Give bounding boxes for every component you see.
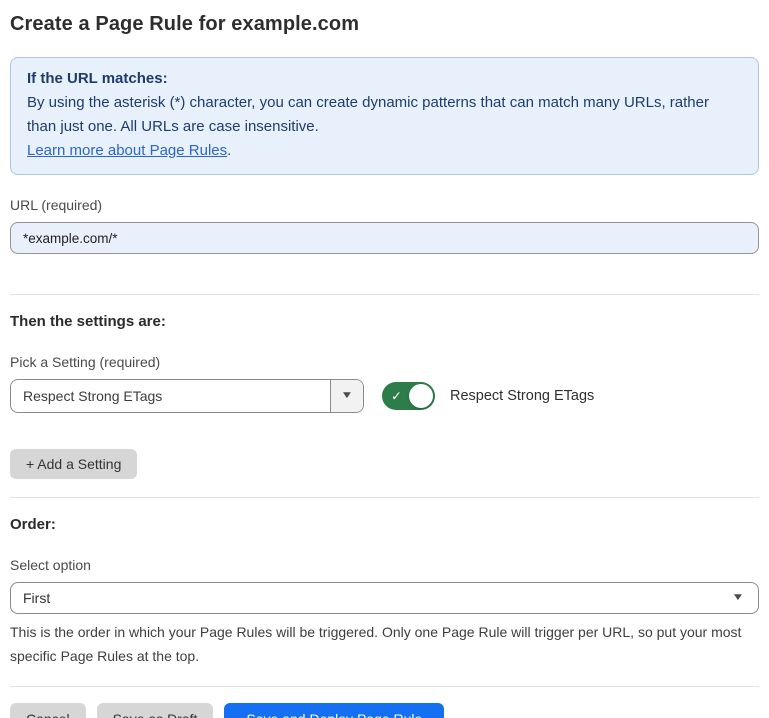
setting-select-value: Respect Strong ETags <box>11 380 330 412</box>
footer-buttons: Cancel Save as Draft Save and Deploy Pag… <box>10 703 759 718</box>
toggle-knob <box>409 384 433 408</box>
learn-more-link[interactable]: Learn more about Page Rules <box>27 142 227 159</box>
order-select[interactable]: First ▼ <box>10 582 759 614</box>
info-box-heading: If the URL matches: <box>27 67 742 91</box>
check-icon: ✓ <box>391 390 402 403</box>
link-suffix: . <box>227 142 231 159</box>
setting-picker-label: Pick a Setting (required) <box>10 353 759 371</box>
settings-section-heading: Then the settings are: <box>10 312 759 332</box>
setting-toggle[interactable]: ✓ <box>382 382 435 410</box>
order-select-label: Select option <box>10 556 759 574</box>
setting-toggle-label: Respect Strong ETags <box>450 388 594 404</box>
url-input[interactable] <box>10 222 759 254</box>
setting-select-arrow-button[interactable]: ▼ <box>330 380 363 412</box>
save-deploy-button[interactable]: Save and Deploy Page Rule <box>224 703 444 718</box>
url-match-info-box: If the URL matches: By using the asteris… <box>10 57 759 175</box>
cancel-button[interactable]: Cancel <box>10 703 86 718</box>
chevron-down-icon: ▼ <box>731 593 744 603</box>
url-field-label: URL (required) <box>10 196 759 214</box>
chevron-down-icon: ▼ <box>340 391 353 401</box>
setting-select[interactable]: Respect Strong ETags ▼ <box>10 379 364 413</box>
add-setting-button[interactable]: + Add a Setting <box>10 449 137 479</box>
divider-settings-order <box>10 497 759 498</box>
divider-url-settings <box>10 294 759 295</box>
create-page-rule-form: Create a Page Rule for example.com If th… <box>0 0 769 718</box>
order-section-heading: Order: <box>10 515 759 535</box>
info-box-link-line: Learn more about Page Rules. <box>27 139 742 163</box>
order-select-value: First <box>23 590 50 606</box>
divider-footer <box>10 686 759 687</box>
save-draft-button[interactable]: Save as Draft <box>97 703 214 718</box>
order-help-text: This is the order in which your Page Rul… <box>10 620 759 668</box>
page-title: Create a Page Rule for example.com <box>10 10 759 38</box>
setting-row: Respect Strong ETags ▼ ✓ Respect Strong … <box>10 379 759 413</box>
info-box-body: By using the asterisk (*) character, you… <box>27 91 742 139</box>
